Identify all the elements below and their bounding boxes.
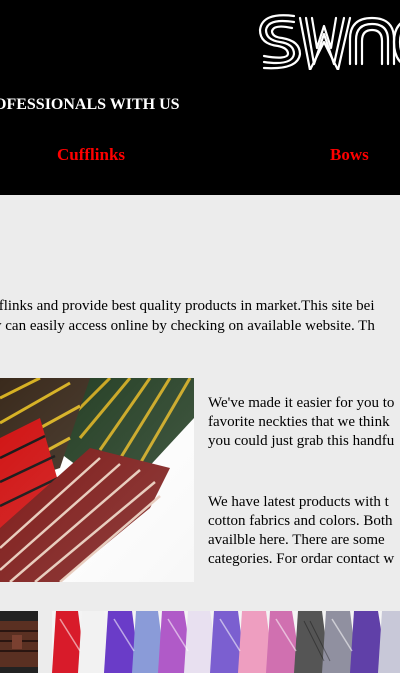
neckties-image bbox=[0, 378, 194, 582]
paragraph-line: you could just grab this handfu bbox=[208, 433, 395, 449]
intro-line: fflinks and provide best quality product… bbox=[0, 298, 375, 314]
header-tagline: OFESSIONALS WITH US bbox=[0, 96, 180, 113]
paragraph-line: We've made it easier for you to bbox=[208, 395, 395, 411]
paragraph-line: We have latest products with t bbox=[208, 494, 389, 510]
site-logo[interactable] bbox=[258, 8, 400, 70]
striped-neckties-photo bbox=[0, 378, 194, 582]
paragraph-line: availble here. There are some bbox=[208, 532, 385, 548]
row-of-ties-photo bbox=[52, 611, 400, 673]
paragraph-line: categories. For ordar contact w bbox=[208, 551, 395, 567]
gallery-thumbnail-right[interactable] bbox=[52, 611, 400, 673]
paragraph-line: favorite neckties that we think bbox=[208, 414, 390, 430]
site-header: OFESSIONALS WITH US Cufflinks Bows bbox=[0, 0, 400, 195]
nav-link-cufflinks[interactable]: Cufflinks bbox=[57, 145, 125, 165]
intro-line: y can easily access online by checking o… bbox=[0, 318, 375, 334]
nav-link-bows[interactable]: Bows bbox=[330, 145, 369, 165]
logo-outline-icon bbox=[258, 14, 400, 70]
gallery-thumbnail-left[interactable] bbox=[0, 611, 38, 673]
paragraph-line: cotton fabrics and colors. Both bbox=[208, 513, 393, 529]
tie-closeup-photo bbox=[0, 611, 38, 673]
intro-text: fflinks and provide best quality product… bbox=[0, 296, 400, 336]
about-paragraph-1: We've made it easier for you to favorite… bbox=[208, 394, 400, 451]
about-paragraph-2: We have latest products with t cotton fa… bbox=[208, 493, 400, 569]
